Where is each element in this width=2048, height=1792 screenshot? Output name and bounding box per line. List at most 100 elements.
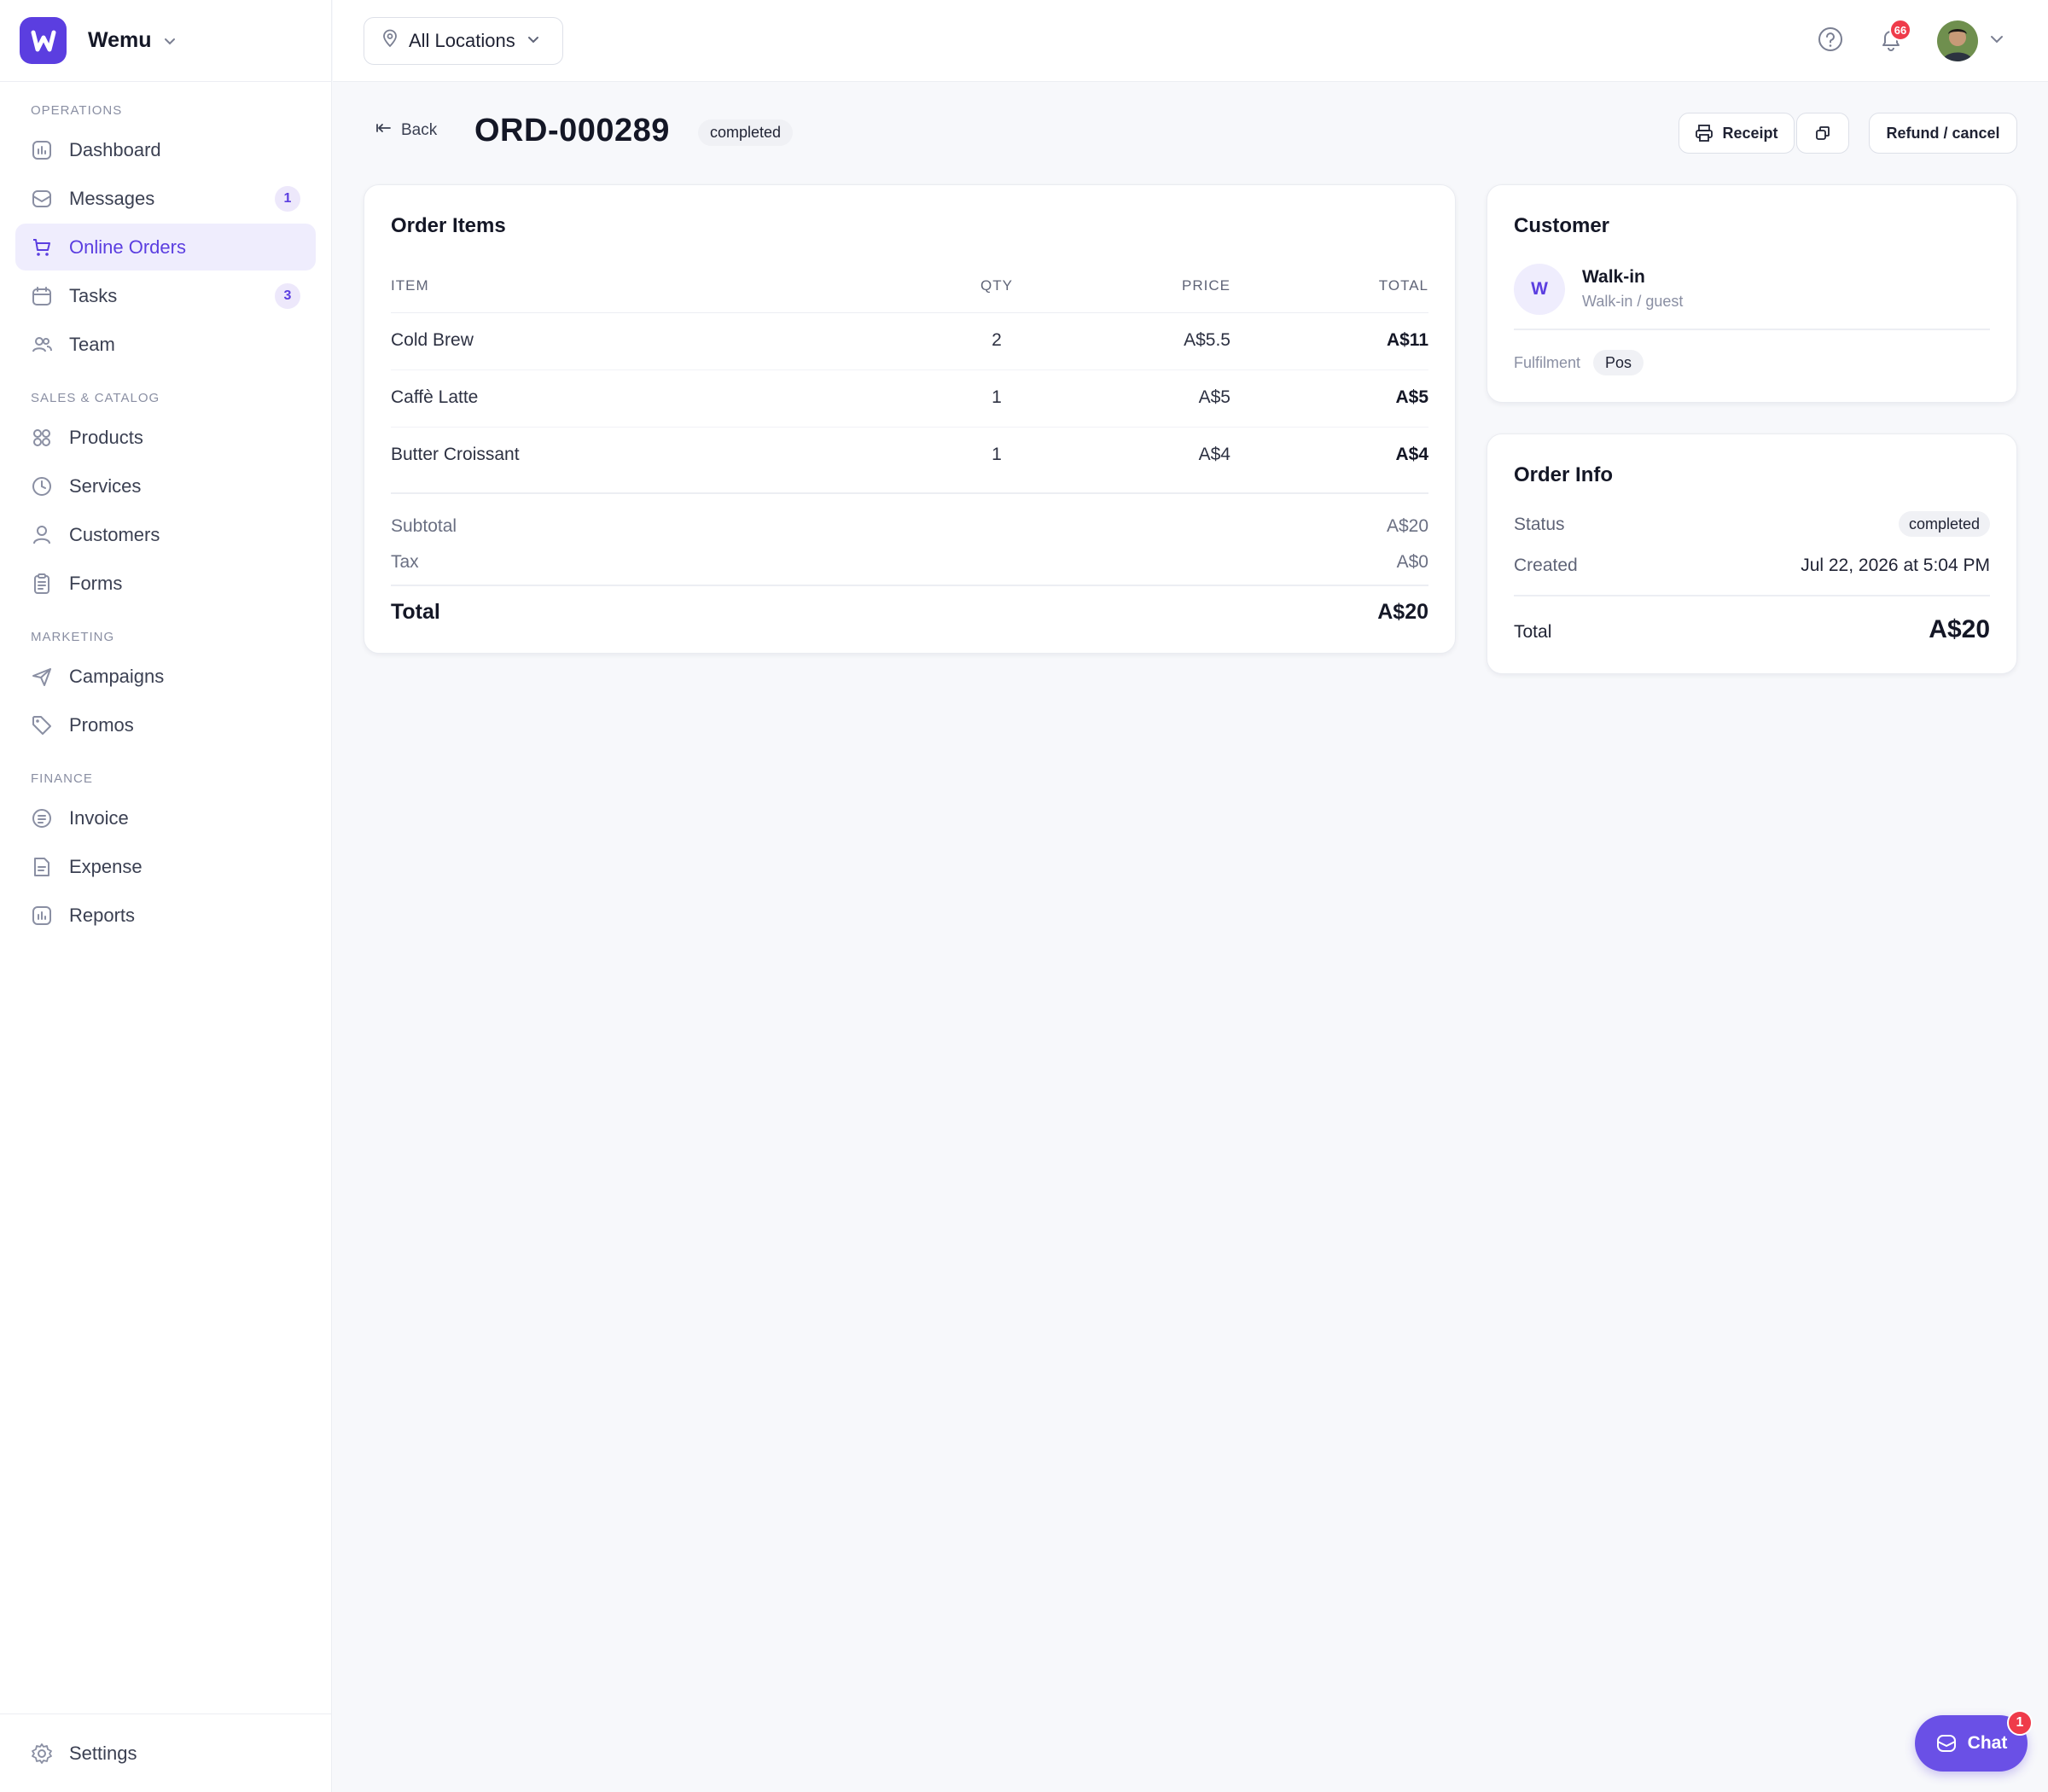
sidebar-item-label: Promos	[69, 713, 134, 736]
column-header-total: TOTAL	[1378, 277, 1428, 294]
sidebar-item-label: Reports	[69, 904, 136, 926]
wemu-logo	[20, 17, 67, 64]
calendar-icon	[31, 285, 53, 307]
sidebar-item-label: Customers	[69, 523, 160, 545]
order-items-card: Order Items ITEM QTY PRICE TOTAL Cold Br…	[364, 184, 1456, 654]
location-select-value: All Locations	[409, 30, 515, 51]
sidebar-item-reports[interactable]: Reports	[15, 892, 316, 939]
tax-value: A$0	[1396, 552, 1428, 572]
chevron-down-icon[interactable]	[1988, 31, 2005, 52]
duplicate-button[interactable]	[1796, 113, 1849, 154]
avatar[interactable]	[1937, 20, 1978, 61]
map-pin-icon	[381, 29, 399, 53]
subtotal-label: Subtotal	[391, 516, 457, 536]
sidebar-item-messages[interactable]: Messages 1	[15, 175, 316, 222]
tag-icon	[31, 714, 53, 736]
column-header-item: ITEM	[391, 277, 429, 294]
status-badge: completed	[698, 119, 794, 146]
card-title: Order Items	[391, 214, 506, 237]
customer-name[interactable]: Walk-in	[1582, 267, 1645, 288]
sidebar-item-label: Products	[69, 426, 143, 448]
sidebar-item-expense[interactable]: Expense	[15, 843, 316, 890]
sidebar-item-dashboard[interactable]: Dashboard	[15, 126, 316, 173]
divider	[391, 585, 1428, 586]
fulfilment-badge: Pos	[1593, 350, 1644, 375]
arrow-left-icon	[375, 121, 393, 140]
back-button[interactable]: Back	[375, 121, 437, 140]
sidebar-item-campaigns[interactable]: Campaigns	[15, 653, 316, 700]
customer-subtitle: Walk-in / guest	[1582, 293, 1684, 310]
sidebar-item-customers[interactable]: Customers	[15, 511, 316, 558]
help-icon	[1817, 26, 1844, 57]
sidebar-item-settings[interactable]: Settings	[15, 1730, 316, 1777]
sidebar-item-label: Online Orders	[69, 236, 186, 258]
clock-icon	[31, 475, 53, 497]
item-total: A$11	[1386, 330, 1428, 350]
help-button[interactable]	[1813, 24, 1847, 58]
sidebar-item-services[interactable]: Services	[15, 463, 316, 509]
divider	[1514, 595, 1990, 596]
sidebar-item-team[interactable]: Team	[15, 321, 316, 368]
receipt-label: Receipt	[1722, 124, 1778, 142]
workspace-name: Wemu	[88, 28, 152, 52]
section-label-sales-catalog: SALES & CATALOG	[31, 391, 160, 405]
column-header-qty: QTY	[980, 277, 1013, 294]
item-name: Caffè Latte	[391, 387, 479, 407]
grid-icon	[31, 427, 53, 449]
sidebar-item-invoice[interactable]: Invoice	[15, 794, 316, 841]
sidebar-item-label: Invoice	[69, 806, 129, 829]
workspace-switcher[interactable]: Wemu	[0, 0, 331, 82]
divider	[391, 492, 1428, 494]
subtotal-row: Subtotal A$20	[391, 516, 1428, 537]
table-row: Caffè Latte 1 A$5 A$5	[391, 370, 1428, 428]
sidebar-item-label: Messages	[69, 187, 155, 209]
receipt-button[interactable]: Receipt	[1679, 113, 1795, 154]
users-icon	[31, 334, 53, 356]
chevron-down-icon	[162, 33, 177, 49]
table-header: ITEM QTY PRICE TOTAL	[391, 262, 1428, 313]
item-name: Cold Brew	[391, 330, 474, 350]
clipboard-icon	[31, 573, 53, 595]
status-label: Status	[1514, 515, 1565, 534]
chevron-down-icon	[526, 30, 541, 52]
chart-icon	[31, 139, 53, 161]
tax-row: Tax A$0	[391, 552, 1428, 573]
sidebar-item-tasks[interactable]: Tasks 3	[15, 272, 316, 319]
item-price: A$4	[1198, 445, 1231, 464]
cart-icon	[31, 236, 53, 259]
divider	[1514, 329, 1990, 330]
refund-label: Refund / cancel	[1886, 124, 2000, 142]
back-label: Back	[401, 121, 438, 139]
item-total: A$5	[1395, 387, 1428, 407]
card-title: Order Info	[1514, 463, 1614, 486]
table-row: Butter Croissant 1 A$4 A$4	[391, 428, 1428, 485]
sidebar-item-online-orders[interactable]: Online Orders	[15, 224, 316, 271]
top-bar: All Locations 66	[333, 0, 2048, 82]
total-value: A$20	[1929, 615, 1990, 643]
sidebar-footer: Settings	[0, 1713, 331, 1792]
sidebar: Wemu OPERATIONS Dashboard Messages 1 Onl…	[0, 0, 332, 1792]
sidebar-item-promos[interactable]: Promos	[15, 701, 316, 748]
notification-count-badge: 66	[1889, 19, 1911, 41]
chart-icon	[31, 905, 53, 927]
location-select[interactable]: All Locations	[364, 17, 563, 65]
total-label: Total	[1514, 622, 1552, 642]
item-price: A$5	[1198, 387, 1231, 407]
sidebar-item-label: Dashboard	[69, 138, 161, 160]
total-value: A$20	[1377, 600, 1428, 624]
refund-cancel-button[interactable]: Refund / cancel	[1869, 113, 2017, 154]
tax-label: Tax	[391, 552, 419, 572]
section-label-marketing: MARKETING	[31, 630, 115, 644]
created-label: Created	[1514, 556, 1578, 575]
sidebar-item-products[interactable]: Products	[15, 414, 316, 461]
page-title: ORD-000289	[474, 113, 670, 148]
user-icon	[31, 524, 53, 546]
notifications-button[interactable]: 66	[1874, 19, 1911, 58]
item-name: Butter Croissant	[391, 445, 520, 464]
item-total: A$4	[1395, 445, 1428, 464]
printer-icon	[1695, 124, 1713, 143]
table-row: Cold Brew 2 A$5.5 A$11	[391, 313, 1428, 370]
sidebar-item-forms[interactable]: Forms	[15, 560, 316, 607]
inbox-icon	[31, 188, 53, 210]
gear-icon	[31, 1743, 53, 1765]
